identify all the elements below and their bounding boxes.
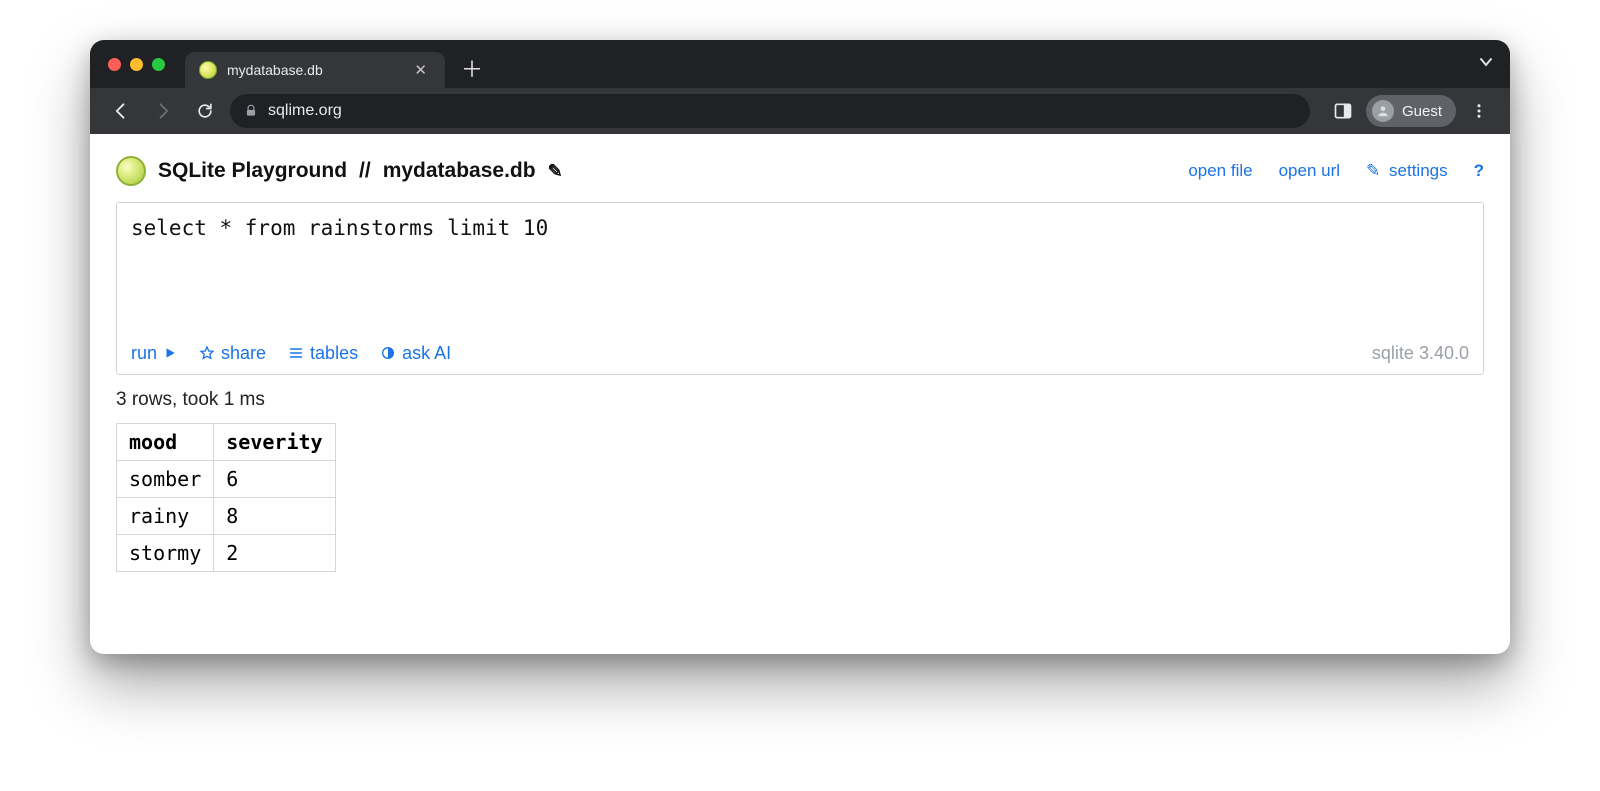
chrome-menu-button[interactable] bbox=[1462, 94, 1496, 128]
forward-button[interactable] bbox=[146, 94, 180, 128]
back-button[interactable] bbox=[104, 94, 138, 128]
engine-version: sqlite 3.40.0 bbox=[1372, 343, 1469, 364]
close-tab-button[interactable]: ✕ bbox=[410, 59, 431, 81]
status-text: 3 rows, took 1 ms bbox=[116, 389, 1484, 411]
table-header-row: mood severity bbox=[117, 423, 336, 460]
ask-ai-label: ask AI bbox=[402, 343, 451, 364]
toolbar-right: Guest bbox=[1326, 94, 1496, 128]
ask-ai-button[interactable]: ask AI bbox=[380, 343, 451, 364]
run-button[interactable]: run bbox=[131, 343, 177, 364]
col-header: mood bbox=[117, 423, 214, 460]
table-row: rainy 8 bbox=[117, 497, 336, 534]
share-button[interactable]: share bbox=[199, 343, 266, 364]
table-row: stormy 2 bbox=[117, 534, 336, 571]
title-separator: // bbox=[359, 159, 371, 183]
play-icon bbox=[163, 346, 177, 360]
cell: stormy bbox=[117, 534, 214, 571]
tables-button[interactable]: tables bbox=[288, 343, 358, 364]
url-text: sqlime.org bbox=[268, 102, 342, 120]
page-content: SQLite Playground // mydatabase.db ✎ ope… bbox=[90, 134, 1510, 654]
cell: 2 bbox=[214, 534, 335, 571]
help-link[interactable]: ? bbox=[1474, 161, 1484, 181]
maximize-window-button[interactable] bbox=[152, 58, 165, 71]
star-icon bbox=[199, 345, 215, 361]
profile-button[interactable]: Guest bbox=[1366, 95, 1456, 127]
settings-icon: ✎ bbox=[1366, 161, 1380, 180]
sql-input[interactable] bbox=[117, 203, 1483, 330]
reload-button[interactable] bbox=[188, 94, 222, 128]
tables-label: tables bbox=[310, 343, 358, 364]
app-name: SQLite Playground bbox=[158, 159, 347, 183]
results-table: mood severity somber 6 rainy 8 stormy 2 bbox=[116, 423, 336, 572]
list-icon bbox=[288, 345, 304, 361]
minimize-window-button[interactable] bbox=[130, 58, 143, 71]
open-file-link[interactable]: open file bbox=[1188, 161, 1252, 181]
tab-list-button[interactable] bbox=[1478, 54, 1494, 70]
close-window-button[interactable] bbox=[108, 58, 121, 71]
cell: 8 bbox=[214, 497, 335, 534]
new-tab-button[interactable]: ＋ bbox=[457, 53, 487, 83]
share-label: share bbox=[221, 343, 266, 364]
open-url-link[interactable]: open url bbox=[1279, 161, 1340, 181]
page-header: SQLite Playground // mydatabase.db ✎ ope… bbox=[116, 156, 1484, 186]
settings-label: settings bbox=[1389, 161, 1448, 180]
cell: somber bbox=[117, 460, 214, 497]
tab-strip: mydatabase.db ✕ ＋ bbox=[90, 40, 1510, 88]
side-panel-button[interactable] bbox=[1326, 94, 1360, 128]
ai-icon bbox=[380, 345, 396, 361]
browser-tab[interactable]: mydatabase.db ✕ bbox=[185, 52, 445, 88]
lock-icon bbox=[244, 104, 258, 118]
cell: rainy bbox=[117, 497, 214, 534]
settings-link[interactable]: ✎ settings bbox=[1366, 161, 1448, 181]
lime-favicon-icon bbox=[199, 61, 217, 79]
rename-db-button[interactable]: ✎ bbox=[548, 161, 563, 182]
header-links: open file open url ✎ settings ? bbox=[1188, 161, 1484, 181]
tab-title: mydatabase.db bbox=[227, 62, 400, 78]
table-row: somber 6 bbox=[117, 460, 336, 497]
address-bar-row: sqlime.org Guest bbox=[90, 88, 1510, 134]
address-bar[interactable]: sqlime.org bbox=[230, 94, 1310, 128]
lime-logo-icon bbox=[116, 156, 146, 186]
run-label: run bbox=[131, 343, 157, 364]
db-name: mydatabase.db bbox=[383, 159, 536, 183]
window-controls bbox=[108, 58, 165, 71]
avatar-icon bbox=[1372, 100, 1394, 122]
profile-label: Guest bbox=[1402, 103, 1442, 120]
cell: 6 bbox=[214, 460, 335, 497]
page-title-group: SQLite Playground // mydatabase.db ✎ bbox=[116, 156, 563, 186]
editor: run share bbox=[116, 202, 1484, 375]
browser-window: mydatabase.db ✕ ＋ sqlime.or bbox=[90, 40, 1510, 654]
editor-toolbar: run share bbox=[117, 335, 1483, 374]
col-header: severity bbox=[214, 423, 335, 460]
